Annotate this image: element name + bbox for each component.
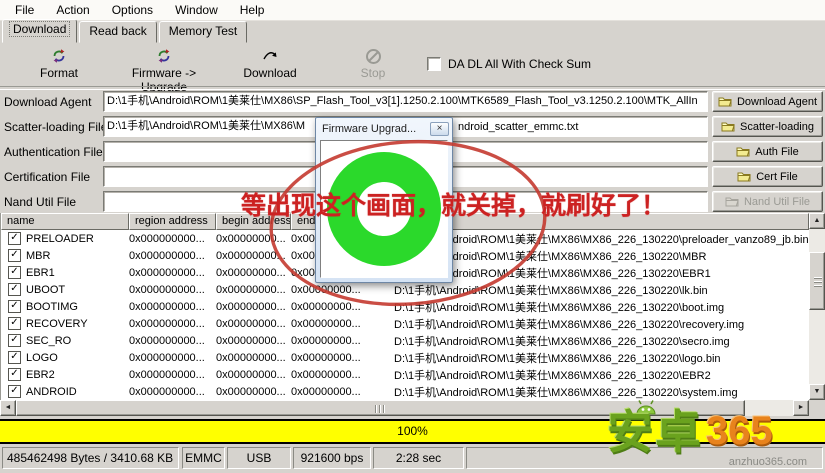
- menu-window[interactable]: Window: [164, 1, 229, 19]
- anzhuo365-logo: 安卓 365 anzhuo365.com: [599, 403, 819, 471]
- row-checkbox[interactable]: ✓: [8, 351, 21, 364]
- tab-memory-test[interactable]: Memory Test: [159, 21, 247, 43]
- browse-nand-util-button[interactable]: Nand Util File: [712, 191, 823, 212]
- row-checkbox[interactable]: ✓: [8, 232, 21, 245]
- progress-percent: 100%: [397, 424, 428, 438]
- status-storage: EMMC: [182, 447, 225, 469]
- status-elapsed: 2:28 sec: [373, 447, 464, 469]
- status-port: USB: [227, 447, 291, 469]
- folder-icon: [725, 196, 739, 207]
- browse-scatter-button[interactable]: Scatter-loading: [712, 116, 823, 137]
- menu-action[interactable]: Action: [45, 1, 100, 19]
- toolbar-separator: [0, 86, 825, 90]
- flash-tool-window: File Action Options Window Help Download…: [0, 0, 825, 473]
- column-header-location[interactable]: [394, 213, 809, 230]
- download-agent-label: Download Agent: [4, 92, 91, 112]
- tab-bar: Download Read back Memory Test: [2, 22, 249, 43]
- status-baudrate: 921600 bps: [293, 447, 371, 469]
- menu-file[interactable]: File: [4, 1, 45, 19]
- folder-icon: [718, 96, 732, 107]
- table-row[interactable]: ✓ANDROID 0x000000000... 0x00000000... 0x…: [1, 383, 809, 400]
- nand-util-file-label: Nand Util File: [4, 192, 76, 212]
- stop-icon: [350, 48, 396, 65]
- row-checkbox[interactable]: ✓: [8, 385, 21, 398]
- row-checkbox[interactable]: ✓: [8, 266, 21, 279]
- row-checkbox[interactable]: ✓: [8, 317, 21, 330]
- table-vertical-scrollbar[interactable]: ▲ ▼: [809, 213, 825, 400]
- table-row[interactable]: ✓RECOVERY 0x000000000... 0x00000000... 0…: [1, 315, 809, 332]
- browse-auth-file-button[interactable]: Auth File: [712, 141, 823, 162]
- column-header-region[interactable]: region address: [129, 213, 216, 230]
- row-checkbox[interactable]: ✓: [8, 334, 21, 347]
- da-dl-checksum-row: DA DL All With Check Sum: [427, 57, 591, 71]
- scroll-down-icon[interactable]: ▼: [809, 384, 825, 400]
- table-row[interactable]: ✓EBR2 0x000000000... 0x00000000... 0x000…: [1, 366, 809, 383]
- refresh-icon: [108, 48, 220, 65]
- curved-arrow-icon: [238, 48, 302, 65]
- row-checkbox[interactable]: ✓: [8, 368, 21, 381]
- green-ring-graphic: [327, 152, 441, 266]
- column-header-begin[interactable]: begin address: [216, 213, 291, 230]
- download-agent-field[interactable]: D:\1手机\Android\ROM\1美莱仕\MX86\SP_Flash_To…: [103, 91, 708, 112]
- menu-bar: File Action Options Window Help: [0, 0, 825, 21]
- scatter-file-value-fragment: ndroid_scatter_emmc.txt: [458, 119, 578, 136]
- scroll-up-icon[interactable]: ▲: [809, 213, 825, 229]
- stop-button[interactable]: Stop: [350, 48, 396, 80]
- tab-read-back[interactable]: Read back: [79, 21, 156, 43]
- folder-icon: [736, 146, 750, 157]
- table-row[interactable]: ✓SEC_RO 0x000000000... 0x00000000... 0x0…: [1, 332, 809, 349]
- firmware-upgrade-dialog: Firmware Upgrad... ×: [315, 117, 453, 283]
- tab-download[interactable]: Download: [2, 19, 77, 43]
- column-header-name[interactable]: name: [1, 213, 129, 230]
- menu-help[interactable]: Help: [229, 1, 276, 19]
- logo-text-365: 365: [706, 409, 773, 453]
- row-checkbox[interactable]: ✓: [8, 249, 21, 262]
- scatter-file-label: Scatter-loading File: [4, 117, 107, 137]
- browse-download-agent-button[interactable]: Download Agent: [712, 91, 823, 112]
- close-icon[interactable]: ×: [430, 122, 449, 136]
- logo-text-cn: 安卓: [607, 409, 703, 455]
- scroll-left-icon[interactable]: ◄: [0, 400, 16, 416]
- download-button[interactable]: Download: [238, 48, 302, 80]
- auth-file-label: Authentication File: [4, 142, 103, 162]
- format-button[interactable]: Format: [30, 48, 88, 80]
- da-dl-checksum-label: DA DL All With Check Sum: [448, 57, 591, 71]
- table-row[interactable]: ✓BOOTIMG 0x000000000... 0x00000000... 0x…: [1, 298, 809, 315]
- table-row[interactable]: ✓UBOOT 0x000000000... 0x00000000... 0x00…: [1, 281, 809, 298]
- browse-cert-file-button[interactable]: Cert File: [712, 166, 823, 187]
- row-checkbox[interactable]: ✓: [8, 283, 21, 296]
- cert-file-label: Certification File: [4, 167, 90, 187]
- folder-icon: [737, 171, 751, 182]
- da-dl-checksum-checkbox[interactable]: [427, 57, 441, 71]
- folder-icon: [721, 121, 735, 132]
- dialog-body: [320, 140, 448, 278]
- refresh-icon: [30, 48, 88, 65]
- status-bytes: 485462498 Bytes / 3410.68 KB: [2, 447, 179, 469]
- table-row[interactable]: ✓LOGO 0x000000000... 0x00000000... 0x000…: [1, 349, 809, 366]
- logo-domain: anzhuo365.com: [729, 456, 807, 468]
- vertical-scroll-thumb[interactable]: [809, 252, 825, 310]
- menu-options[interactable]: Options: [101, 1, 164, 19]
- row-checkbox[interactable]: ✓: [8, 300, 21, 313]
